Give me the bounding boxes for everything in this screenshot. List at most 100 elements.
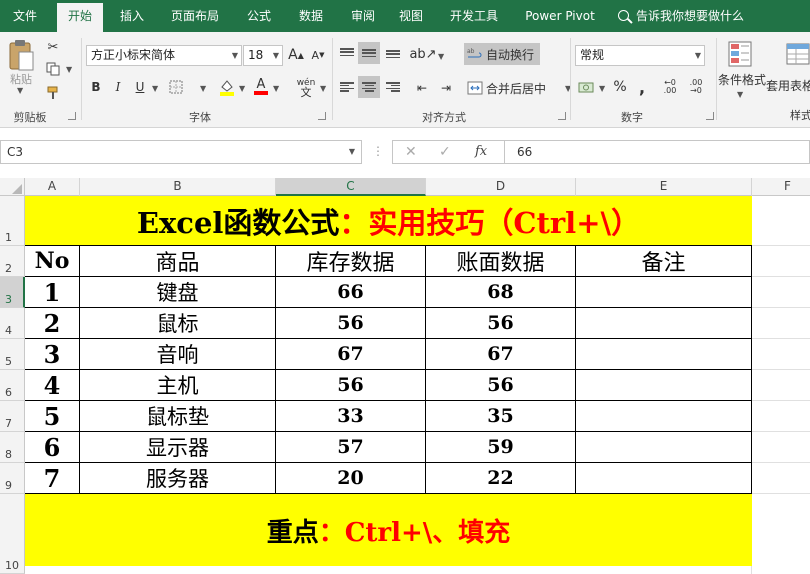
tab-view[interactable]: 视图 <box>388 0 434 32</box>
cell-book[interactable]: 56 <box>426 370 575 400</box>
tab-formulas[interactable]: 公式 <box>236 0 282 32</box>
border-icon[interactable] <box>168 77 184 97</box>
cell-product[interactable]: 服务器 <box>80 463 275 493</box>
align-center-button[interactable] <box>358 76 380 98</box>
formula-input[interactable]: 66 <box>505 140 810 164</box>
cell-product[interactable]: 主机 <box>80 370 275 400</box>
tab-home[interactable]: 开始 <box>57 3 103 32</box>
header-book[interactable]: 账面数据 <box>426 246 575 276</box>
tab-file[interactable]: 文件 <box>0 0 50 32</box>
currency-icon[interactable] <box>576 77 596 97</box>
column-header-c[interactable]: C <box>276 178 426 196</box>
cell-product[interactable]: 鼠标垫 <box>80 401 275 431</box>
cell-stock[interactable]: 57 <box>276 432 425 462</box>
sheet-title[interactable]: Excel函数公式 ：实用技巧（Ctrl+\） <box>25 196 752 246</box>
tell-me-search[interactable]: 告诉我你想要做什么 <box>618 0 744 32</box>
tab-developer[interactable]: 开发工具 <box>443 0 505 32</box>
align-right-icon[interactable] <box>386 82 400 92</box>
fill-color-icon[interactable] <box>218 77 236 97</box>
cell-notes[interactable] <box>576 432 751 462</box>
column-header-a[interactable]: A <box>25 178 80 196</box>
cell-product[interactable]: 音响 <box>80 339 275 369</box>
header-no[interactable]: No <box>25 246 79 276</box>
name-box[interactable]: C3 ▼ <box>0 140 362 164</box>
row-header-9[interactable]: 9 <box>0 463 25 494</box>
font-color-dropdown-icon[interactable]: ▼ <box>273 84 279 93</box>
align-left-icon[interactable] <box>340 82 354 92</box>
fill-color-dropdown-icon[interactable]: ▼ <box>239 84 245 93</box>
clipboard-launcher-icon[interactable] <box>68 112 76 120</box>
row-header-6[interactable]: 6 <box>0 370 25 401</box>
copy-dropdown-icon[interactable]: ▼ <box>66 65 72 74</box>
cell-stock[interactable]: 33 <box>276 401 425 431</box>
tab-insert[interactable]: 插入 <box>108 0 156 32</box>
header-product[interactable]: 商品 <box>80 246 275 276</box>
header-stock[interactable]: 库存数据 <box>276 246 425 276</box>
cell-stock[interactable]: 56 <box>276 370 425 400</box>
cell-book[interactable]: 67 <box>426 339 575 369</box>
align-bottom-icon[interactable] <box>386 50 400 58</box>
decrease-decimal-icon[interactable]: .00 →0 <box>686 77 706 97</box>
formula-bar-resize-handle[interactable]: ⋮ <box>372 144 384 158</box>
cell-notes[interactable] <box>576 463 751 493</box>
cell-notes[interactable] <box>576 401 751 431</box>
insert-function-button[interactable]: fx <box>475 144 487 159</box>
header-notes[interactable]: 备注 <box>576 246 751 276</box>
cell-book[interactable]: 56 <box>426 308 575 338</box>
cell-notes[interactable] <box>576 308 751 338</box>
underline-dropdown-icon[interactable]: ▼ <box>152 84 158 93</box>
cell-stock[interactable]: 66 <box>276 277 425 307</box>
shrink-font-button[interactable]: A ▼ <box>310 45 326 65</box>
phonetic-guide-button[interactable]: wén 文 <box>294 76 318 100</box>
font-size-select[interactable]: 18 ▼ <box>243 45 283 66</box>
border-dropdown-icon[interactable]: ▼ <box>200 84 206 93</box>
number-format-select[interactable]: 常规 ▼ <box>575 45 705 66</box>
decrease-indent-icon[interactable]: ⇤ <box>412 78 432 98</box>
align-top-icon[interactable] <box>340 48 354 56</box>
paste-dropdown-icon[interactable]: ▼ <box>17 86 23 95</box>
row-header-2[interactable]: 2 <box>0 246 25 277</box>
cell-stock[interactable]: 56 <box>276 308 425 338</box>
tab-review[interactable]: 审阅 <box>340 0 386 32</box>
cell-no[interactable]: 7 <box>25 463 79 493</box>
number-launcher-icon[interactable] <box>706 112 714 120</box>
tab-power-pivot[interactable]: Power Pivot <box>520 0 600 32</box>
copy-icon[interactable] <box>44 60 62 78</box>
increase-indent-icon[interactable]: ⇥ <box>436 78 456 98</box>
percent-button[interactable]: % <box>612 77 628 97</box>
row-header-7[interactable]: 7 <box>0 401 25 432</box>
paste-button[interactable] <box>6 38 36 74</box>
merge-center-button[interactable]: 合并后居中 <box>464 77 560 99</box>
grow-font-button[interactable]: A ▲ <box>288 45 304 65</box>
enter-icon[interactable]: ✓ <box>439 144 451 160</box>
cell-notes[interactable] <box>576 370 751 400</box>
font-launcher-icon[interactable] <box>318 112 326 120</box>
alignment-launcher-icon[interactable] <box>558 112 566 120</box>
cell-book[interactable]: 35 <box>426 401 575 431</box>
cell-no[interactable]: 4 <box>25 370 79 400</box>
cell-no[interactable]: 5 <box>25 401 79 431</box>
increase-decimal-icon[interactable]: ←0.00 <box>660 77 680 97</box>
cell-product[interactable]: 键盘 <box>80 277 275 307</box>
cell-product[interactable]: 鼠标 <box>80 308 275 338</box>
column-header-d[interactable]: D <box>426 178 576 196</box>
font-color-button[interactable]: A <box>252 77 270 97</box>
tab-page-layout[interactable]: 页面布局 <box>164 0 226 32</box>
column-header-e[interactable]: E <box>576 178 752 196</box>
cell-product[interactable]: 显示器 <box>80 432 275 462</box>
conditional-format-button[interactable] <box>722 38 758 72</box>
cell-stock[interactable]: 67 <box>276 339 425 369</box>
row-header-3[interactable]: 3 <box>0 277 25 308</box>
cell-no[interactable]: 2 <box>25 308 79 338</box>
cancel-icon[interactable]: ✕ <box>405 144 417 160</box>
row-header-4[interactable]: 4 <box>0 308 25 339</box>
currency-dropdown-icon[interactable]: ▼ <box>599 84 605 93</box>
row-header-1[interactable]: 1 <box>0 196 25 246</box>
cell-book[interactable]: 22 <box>426 463 575 493</box>
cell-no[interactable]: 3 <box>25 339 79 369</box>
cell-no[interactable]: 1 <box>25 277 79 307</box>
row-header-5[interactable]: 5 <box>0 339 25 370</box>
cut-icon[interactable]: ✂ <box>44 38 62 56</box>
cell-stock[interactable]: 20 <box>276 463 425 493</box>
row-header-10[interactable]: 10 <box>0 494 25 574</box>
